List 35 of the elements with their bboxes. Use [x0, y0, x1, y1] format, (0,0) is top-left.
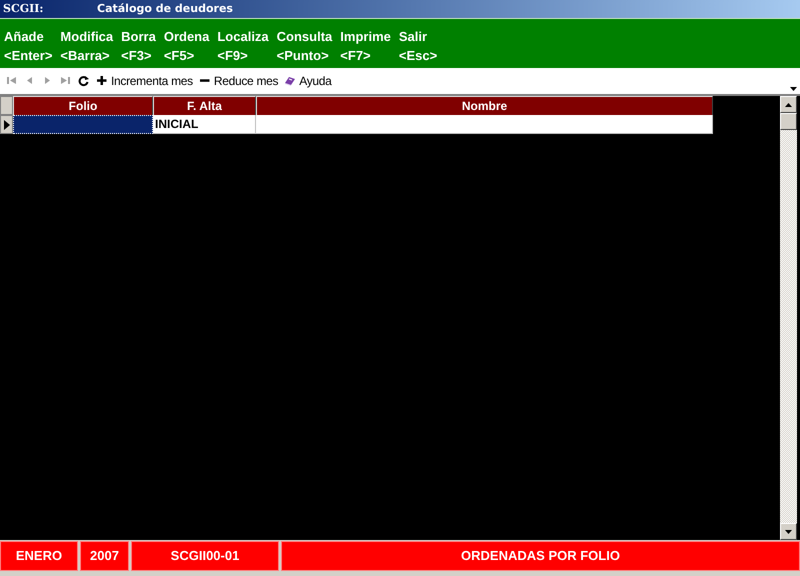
up-arrow-icon	[785, 102, 792, 106]
command-button[interactable]: Ordena <F5>	[164, 27, 210, 65]
column-header[interactable]: F. Alta	[153, 96, 256, 115]
status-field: SCGII00-01	[131, 541, 279, 571]
toolbar-button[interactable]: Reduce mes	[198, 72, 278, 90]
table-cell[interactable]: INICIAL	[153, 115, 256, 134]
toolbar-button[interactable]: Incrementa mes	[96, 72, 193, 90]
scroll-up-button[interactable]	[780, 96, 797, 113]
column-header[interactable]: Nombre	[256, 96, 713, 115]
vertical-scrollbar[interactable]	[780, 96, 797, 540]
scroll-down-button[interactable]	[780, 523, 797, 540]
command-button[interactable]: Modifica <Barra>	[60, 27, 114, 65]
row-header[interactable]	[0, 115, 13, 134]
down-arrow-icon	[785, 530, 792, 534]
toolbar-button[interactable]: Ayuda	[284, 72, 332, 90]
status-field: ORDENADAS POR FOLIO	[281, 541, 800, 571]
command-button[interactable]: Añade <Enter>	[4, 27, 52, 65]
command-button[interactable]: Localiza <F9>	[217, 27, 269, 65]
column-header[interactable]: Folio	[13, 96, 153, 115]
book-icon	[284, 75, 296, 87]
status-field: 2007	[80, 541, 129, 571]
status-field: ENERO	[0, 541, 78, 571]
dropdown-arrow-icon[interactable]	[790, 87, 797, 92]
scroll-thumb[interactable]	[780, 113, 797, 130]
command-button[interactable]: Salir <Esc>	[398, 27, 438, 65]
window-title: Catálogo de deudores	[97, 0, 233, 17]
command-button[interactable]: Consulta <Punto>	[276, 27, 332, 65]
command-button[interactable]: Borra <F3>	[121, 27, 156, 65]
table-cell[interactable]	[256, 115, 713, 134]
plus-icon	[96, 75, 108, 87]
command-button[interactable]: Imprime <F7>	[340, 27, 391, 65]
last-record-icon	[60, 75, 72, 87]
refresh-icon	[78, 75, 90, 87]
first-record-icon	[6, 75, 18, 87]
app-name: SCGII:	[2, 0, 44, 17]
